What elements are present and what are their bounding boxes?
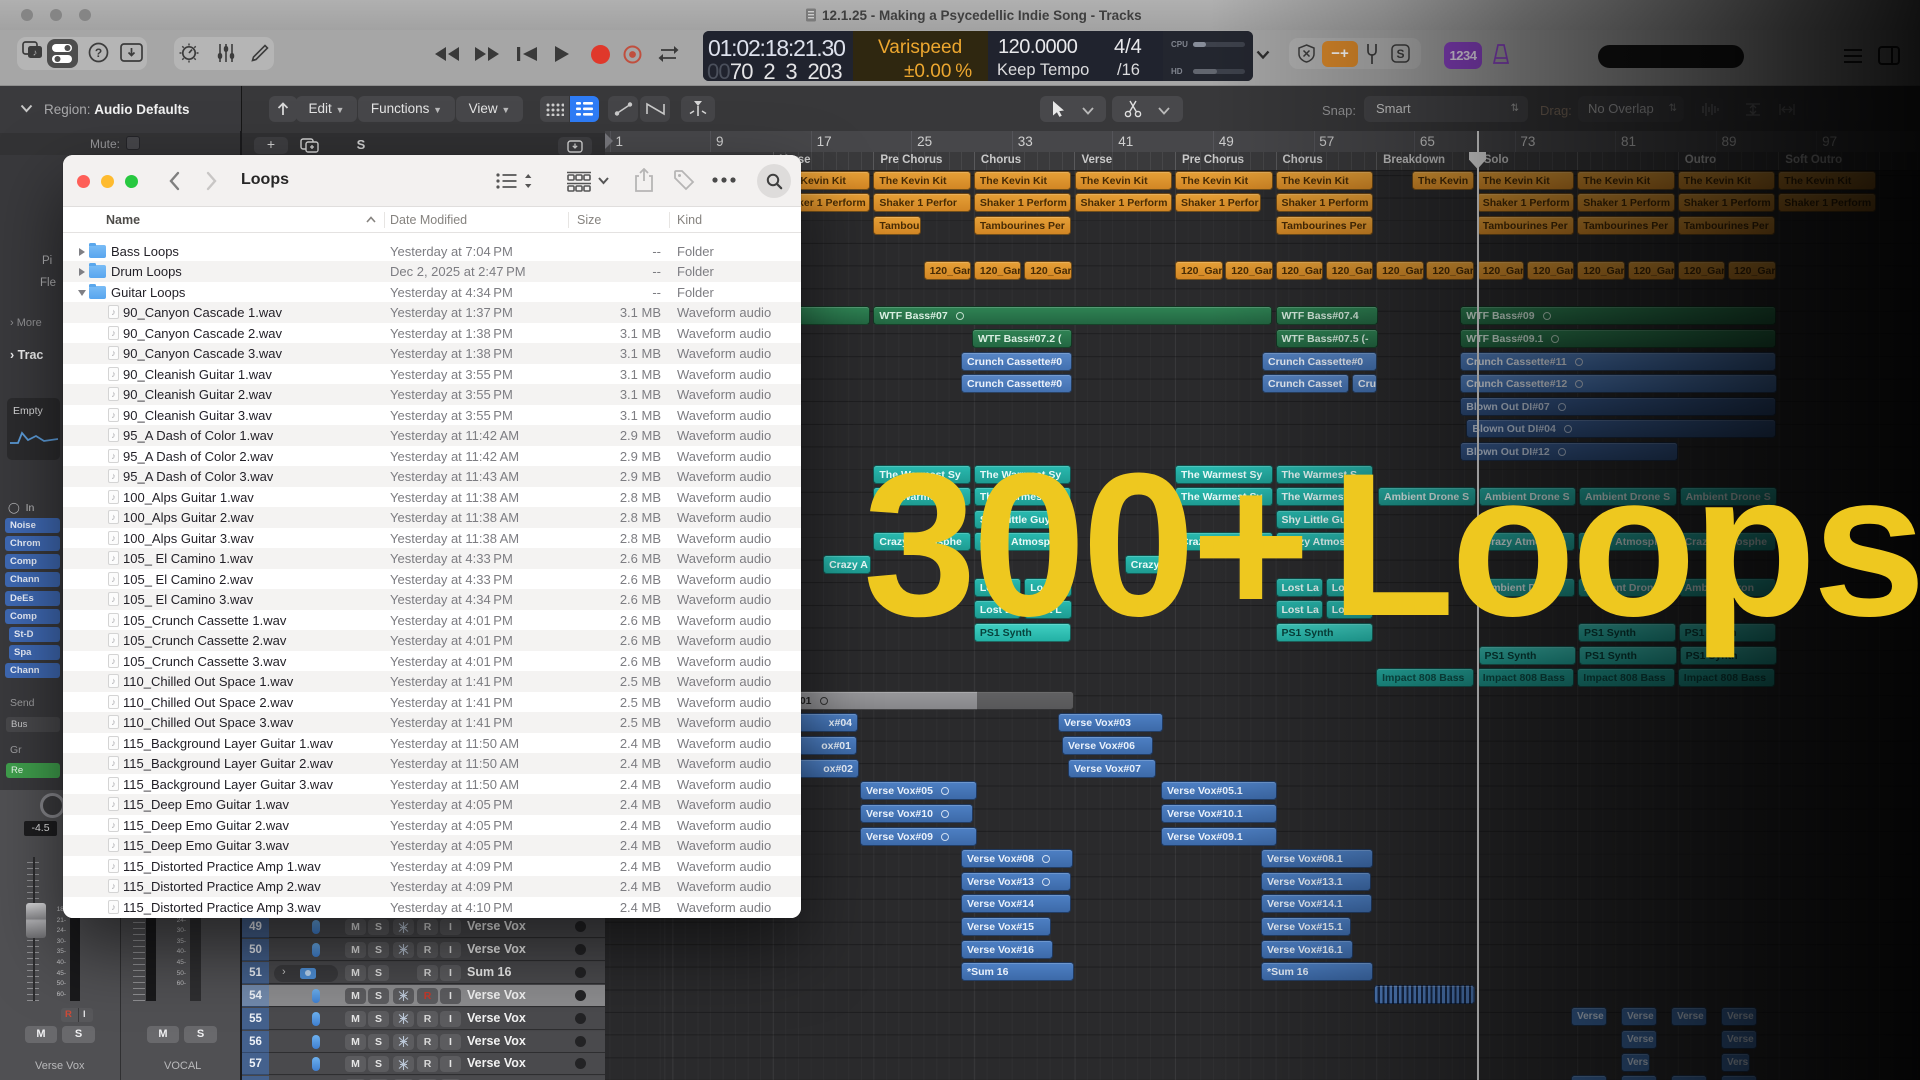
svg-text:S: S xyxy=(1396,47,1404,61)
svg-text:?: ? xyxy=(95,46,102,60)
svg-text:♪: ♪ xyxy=(33,48,38,58)
